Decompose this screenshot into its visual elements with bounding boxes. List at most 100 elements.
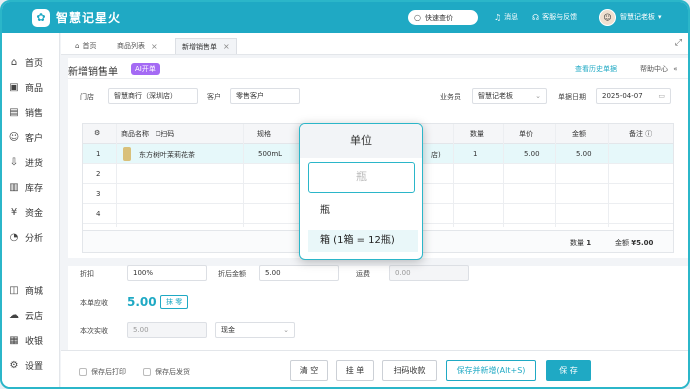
save-button[interactable]: 保 存 (546, 360, 591, 381)
sidebar-item-label: 收银 (25, 336, 44, 347)
after-discount-label: 折后金额 (218, 270, 246, 278)
salesman-label: 业务员 (440, 93, 461, 101)
clear-button[interactable]: 清 空 (290, 360, 328, 381)
print-after-save-checkbox[interactable]: 保存后打印 (79, 367, 126, 377)
sidebar-item-label: 资金 (25, 208, 44, 219)
close-icon[interactable]: × (151, 42, 158, 51)
product-price[interactable]: 5.00 (524, 150, 540, 158)
sidebar-item-purchase[interactable]: ⇩ 进货 (8, 155, 43, 169)
date-picker[interactable]: 2025-04-07 ▭ (596, 88, 671, 104)
ship-after-save-checkbox[interactable]: 保存后发货 (143, 367, 190, 377)
messages-button[interactable]: ♫ 消息 (494, 12, 518, 22)
sidebar-item-cloud-store[interactable]: ☁ 云店 (8, 308, 43, 322)
user-avatar[interactable]: ☺ (599, 9, 616, 26)
user-menu[interactable]: 智慧记老板 ▾ (620, 12, 662, 22)
sidebar-item-goods[interactable]: ▣ 商品 (8, 80, 43, 94)
column-settings-icon[interactable]: ⚙ (94, 129, 100, 137)
store-value: 智慧商行（深圳店） (114, 92, 177, 100)
history-orders-link[interactable]: 查看历史单据 (575, 64, 617, 74)
footer-amount: 金额 ¥5.00 (615, 238, 653, 248)
actual-label: 本次实收 (80, 327, 108, 335)
help-center[interactable]: 帮助中心 « (640, 64, 678, 74)
customer-icon: ☺ (8, 131, 20, 143)
product-qty[interactable]: 1 (473, 150, 477, 158)
discount-input[interactable]: 100% (127, 265, 207, 281)
save-and-new-button[interactable]: 保存并新增(Alt+S) (446, 360, 536, 381)
mall-icon: ◫ (9, 284, 19, 296)
messages-label: 消息 (504, 13, 519, 21)
store-select[interactable]: 智慧商行（深圳店） (108, 88, 198, 104)
store-label: 门店 (80, 93, 94, 101)
fullscreen-icon[interactable]: ⤢ (675, 38, 682, 48)
sidebar-item-settings[interactable]: ⚙ 设置 (8, 358, 44, 372)
shipping-value: 0.00 (395, 269, 411, 277)
app-logo: ✿ (32, 8, 50, 27)
unit-option-case[interactable]: 箱 (1箱 = 12瓶) (308, 230, 418, 252)
ai-order-badge[interactable]: AI开单 (131, 63, 160, 75)
home-icon: ⌂ (75, 42, 80, 50)
footer-qty: 数量 1 (570, 238, 591, 248)
erase-change-button[interactable]: 抹 零 (160, 295, 189, 309)
cashier-icon: ▦ (9, 334, 19, 346)
sidebar-item-label: 商城 (25, 286, 44, 297)
close-icon[interactable]: × (223, 42, 230, 51)
product-amount[interactable]: 5.00 (576, 150, 592, 158)
unit-option-bottle[interactable]: 瓶 (308, 200, 418, 222)
home-icon: ⌂ (10, 56, 18, 68)
double-chevron-left-icon: « (673, 65, 678, 73)
support-button[interactable]: ☊ 客服与反馈 (532, 12, 577, 22)
quick-price-label: 快速查价 (424, 13, 453, 22)
customer-select[interactable]: 零售客户 (230, 88, 300, 104)
sidebar-item-label: 客户 (25, 133, 44, 144)
hang-order-button[interactable]: 挂 单 (336, 360, 374, 381)
settings-icon: ⚙ (9, 359, 19, 371)
sidebar-item-customer[interactable]: ☺ 客户 (8, 130, 43, 144)
stock-icon: ▥ (9, 181, 19, 193)
checkbox-label: 保存后发货 (155, 368, 190, 376)
scan-pay-button[interactable]: 扫码收款 (382, 360, 437, 381)
pay-method-value: 现金 (221, 326, 235, 334)
sidebar-item-stock[interactable]: ▥ 库存 (8, 180, 43, 194)
header-remark: 备注 ⓘ (629, 129, 652, 139)
footer-amount-label: 金额 (615, 239, 629, 247)
salesman-select[interactable]: 智慧记老板 ⌄ (472, 88, 547, 104)
unit-picker-title: 单位 (300, 124, 422, 158)
tab-label: 首页 (82, 42, 97, 50)
checkbox-box (79, 368, 87, 376)
receivable-label: 本单应收 (80, 299, 108, 307)
tab-goods-list[interactable]: 商品列表 × (111, 38, 164, 54)
unit-input[interactable]: 瓶 (308, 162, 415, 193)
sidebar-item-funds[interactable]: ¥ 资金 (8, 205, 43, 219)
shipping-input[interactable]: 0.00 (389, 265, 469, 281)
sidebar-item-label: 分析 (25, 233, 44, 244)
row-number: 3 (96, 190, 101, 198)
sidebar-item-analysis[interactable]: ◔ 分析 (8, 230, 43, 244)
product-spec: 500mL (258, 150, 283, 158)
sidebar-item-sales[interactable]: ▤ 销售 (8, 105, 43, 119)
salesman-value: 智慧记老板 (478, 92, 513, 100)
tab-home[interactable]: ⌂ 首页 (69, 38, 102, 54)
scan-button[interactable]: ⎕扫码 (156, 129, 174, 139)
checkbox-label: 保存后打印 (91, 368, 126, 376)
support-label: 客服与反馈 (542, 13, 578, 21)
sidebar-item-cashier[interactable]: ▦ 收银 (8, 333, 43, 347)
chevron-down-icon: ⌄ (535, 92, 541, 100)
after-discount-input[interactable]: 5.00 (259, 265, 339, 281)
sidebar-item-mall[interactable]: ◫ 商城 (8, 283, 43, 297)
sales-icon: ▤ (9, 106, 19, 118)
tab-new-sales-order[interactable]: 新增销售单 × (175, 38, 237, 54)
product-name[interactable]: 东方树叶茉莉花茶 (139, 150, 195, 160)
actual-input[interactable]: 5.00 (127, 322, 207, 338)
sidebar-item-label: 云店 (25, 311, 44, 322)
header-amount: 金额 (572, 130, 586, 138)
header-qty: 数量 (470, 130, 484, 138)
help-icon: ⓘ (643, 130, 653, 138)
calendar-icon: ▭ (658, 92, 665, 100)
sidebar-item-label: 设置 (25, 361, 44, 372)
quick-price-search[interactable]: ○ 快速查价 (408, 10, 478, 25)
sidebar-item-label: 销售 (25, 108, 44, 119)
pay-method-select[interactable]: 现金 ⌄ (215, 322, 295, 338)
sidebar-item-home[interactable]: ⌂ 首页 (8, 55, 43, 69)
header-price: 单价 (519, 130, 533, 138)
column-divider (608, 124, 609, 227)
